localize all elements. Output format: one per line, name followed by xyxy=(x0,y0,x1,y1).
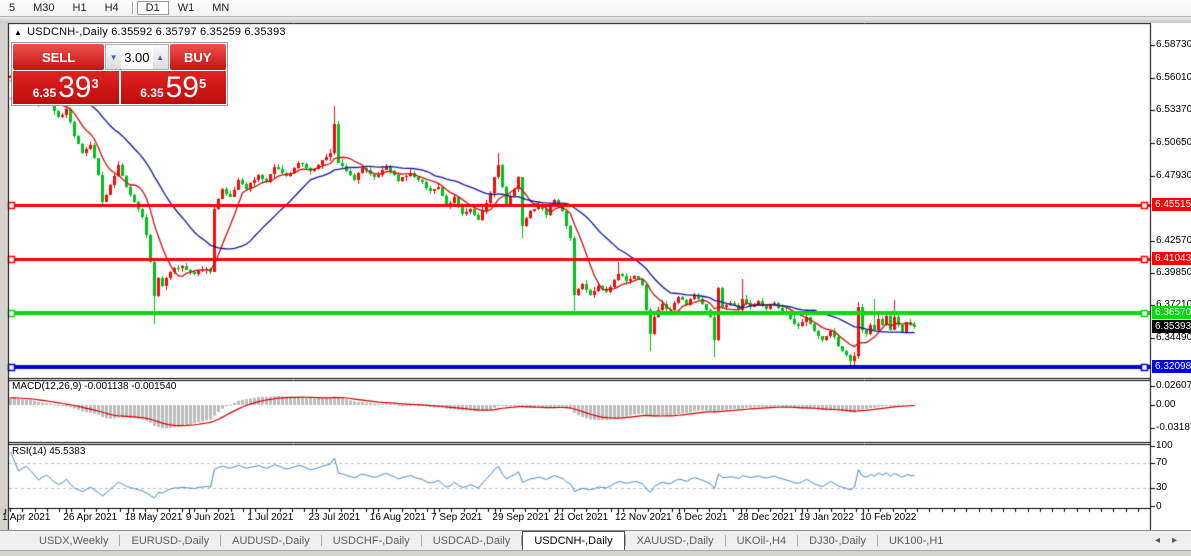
date-axis-label: 19 Jan 2022 xyxy=(799,512,854,523)
scroll-right-icon[interactable]: ▸ xyxy=(1172,535,1177,546)
tab-dj30-daily[interactable]: DJ30-,Daily xyxy=(798,531,877,550)
sell-big-figure: 6.35 xyxy=(33,86,56,100)
date-axis-label: 7 Sep 2021 xyxy=(431,512,482,523)
chart-symbol-label: USDCNH-,Daily xyxy=(27,26,108,38)
tab-usdchf-daily[interactable]: USDCHF-,Daily xyxy=(322,531,421,550)
tab-spacer xyxy=(0,531,28,550)
volume-input[interactable]: 3.00 xyxy=(121,45,152,69)
price-axis-tick: 6.42570 xyxy=(1156,235,1191,246)
rsi-indicator-label: RSI(14) 45.5383 xyxy=(12,446,85,457)
tab-eurusd-daily[interactable]: EURUSD-,Daily xyxy=(120,531,220,550)
macd-axis-tick: -0.03187 xyxy=(1156,422,1191,433)
rsi-axis-tick: 30 xyxy=(1156,482,1167,493)
timeframe-button-5[interactable]: 5 xyxy=(0,1,24,15)
toolbar-separator xyxy=(132,2,133,14)
date-axis-label: 9 Jun 2021 xyxy=(186,512,236,523)
rsi-axis-tick: 100 xyxy=(1156,440,1173,451)
date-axis-label: 26 Apr 2021 xyxy=(63,512,117,523)
tab-usdcnh-daily[interactable]: USDCNH-,Daily xyxy=(522,531,624,550)
buy-price-pips: 59 xyxy=(166,73,199,103)
price-axis-tick: 6.34490 xyxy=(1156,332,1191,343)
current-price-label: 6.35393 xyxy=(1152,320,1191,333)
date-axis-label: 10 Feb 2022 xyxy=(860,512,916,523)
volume-increase-icon[interactable]: ▲ xyxy=(153,45,168,69)
chart-tab-bar: USDX,WeeklyEURUSD-,DailyAUDUSD-,DailyUSD… xyxy=(0,530,1191,550)
timeframe-button-m30[interactable]: M30 xyxy=(24,1,63,15)
timeframe-button-mn[interactable]: MN xyxy=(203,1,238,15)
hline-price-label: 6.45515 xyxy=(1152,198,1191,211)
date-axis-label: 23 Jul 2021 xyxy=(309,512,361,523)
hline-price-label: 6.36570 xyxy=(1152,306,1191,319)
hline-price-label: 6.41043 xyxy=(1152,252,1191,265)
tab-scroll-arrows: ◂▸ xyxy=(1155,531,1191,550)
tab-xauusd-daily[interactable]: XAUUSD-,Daily xyxy=(626,531,725,550)
buy-price-display[interactable]: 6.35 59 5 xyxy=(121,71,227,104)
volume-decrease-icon[interactable]: ▼ xyxy=(106,45,121,69)
date-axis-label: 29 Sep 2021 xyxy=(492,512,549,523)
price-axis-tick: 6.56010 xyxy=(1156,72,1191,83)
chart-title: ▲ USDCNH-,Daily 6.35592 6.35797 6.35259 6… xyxy=(14,26,286,38)
tab-uk100-h1[interactable]: UK100-,H1 xyxy=(878,531,954,550)
timeframe-button-h1[interactable]: H1 xyxy=(64,1,96,15)
timeframe-button-h4[interactable]: H4 xyxy=(96,1,128,15)
buy-button[interactable]: BUY xyxy=(170,44,226,70)
trading-terminal: 5M30H1H4D1W1MN ▲USDCNH-,Daily 6.35592 6.… xyxy=(0,0,1191,556)
tab-usdx-weekly[interactable]: USDX,Weekly xyxy=(28,531,119,550)
date-axis-label: 16 Aug 2021 xyxy=(370,512,426,523)
sell-button[interactable]: SELL xyxy=(13,44,104,70)
price-axis-tick: 6.50650 xyxy=(1156,137,1191,148)
price-axis-tick: 6.58730 xyxy=(1156,39,1191,50)
sell-price-pips: 39 xyxy=(58,73,91,103)
date-axis-label: 6 Dec 2021 xyxy=(676,512,727,523)
rsi-axis-tick: 70 xyxy=(1156,457,1167,468)
date-axis-label: 12 Nov 2021 xyxy=(615,512,672,523)
one-click-trade-panel: SELL ▼ 3.00 ▲ BUY 6.35 39 3 6.35 59 5 xyxy=(11,42,228,106)
scroll-left-icon[interactable]: ◂ xyxy=(1155,535,1160,546)
timeframe-toolbar: 5M30H1H4 D1W1MN xyxy=(0,0,1191,17)
tab-audusd-daily[interactable]: AUDUSD-,Daily xyxy=(221,531,321,550)
date-axis-label: 28 Dec 2021 xyxy=(738,512,795,523)
toolbar-band xyxy=(0,17,1191,23)
volume-stepper: ▼ 3.00 ▲ xyxy=(105,44,168,70)
timeframe-button-d1[interactable]: D1 xyxy=(137,1,169,15)
price-axis-tick: 6.53370 xyxy=(1156,104,1191,115)
price-axis-tick: 6.39850 xyxy=(1156,267,1191,278)
collapse-panel-icon[interactable]: ▲ xyxy=(14,28,22,37)
buy-big-figure: 6.35 xyxy=(140,86,163,100)
macd-axis-tick: 0.00 xyxy=(1156,399,1175,410)
date-axis-label: 18 May 2021 xyxy=(125,512,183,523)
buy-price-point: 5 xyxy=(199,76,206,91)
timeframe-button-w1[interactable]: W1 xyxy=(169,1,204,15)
status-strip xyxy=(0,550,1191,556)
chart-ohlc-values: 6.35592 6.35797 6.35259 6.35393 xyxy=(111,26,285,38)
date-axis-label: 21 Oct 2021 xyxy=(554,512,608,523)
tab-ukoil-h4[interactable]: UKOil-,H4 xyxy=(726,531,798,550)
rsi-axis-tick: 0 xyxy=(1156,501,1162,512)
macd-indicator-label: MACD(12,26,9) -0.001138 -0.001540 xyxy=(12,381,176,392)
date-axis-label: 1 Jul 2021 xyxy=(247,512,293,523)
price-axis-tick: 6.47930 xyxy=(1156,170,1191,181)
sell-price-display[interactable]: 6.35 39 3 xyxy=(13,71,119,104)
tab-usdcad-daily[interactable]: USDCAD-,Daily xyxy=(422,531,522,550)
hline-price-label: 6.32098 xyxy=(1152,360,1191,373)
sell-price-point: 3 xyxy=(92,76,99,91)
macd-axis-tick: 0.02607 xyxy=(1156,380,1191,391)
date-axis-label: 1 Apr 2021 xyxy=(2,512,50,523)
